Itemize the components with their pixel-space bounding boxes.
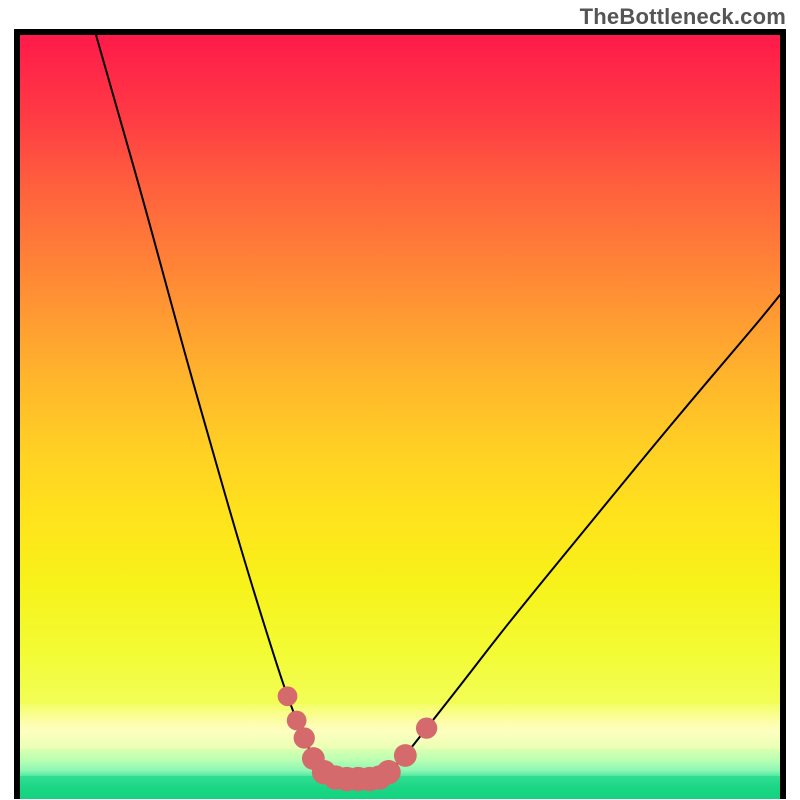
curve-lines — [96, 35, 780, 779]
pink-markers — [278, 686, 438, 791]
plot-area — [20, 35, 780, 799]
watermark-text: TheBottleneck.com — [580, 4, 786, 30]
pink-dot — [278, 686, 298, 706]
pink-dot — [294, 727, 315, 748]
v-curve — [96, 35, 780, 779]
pink-dot — [394, 744, 417, 767]
pink-dot — [416, 717, 437, 738]
chart-svg — [20, 35, 780, 795]
pink-dot — [376, 760, 400, 784]
chart-frame — [14, 29, 786, 799]
